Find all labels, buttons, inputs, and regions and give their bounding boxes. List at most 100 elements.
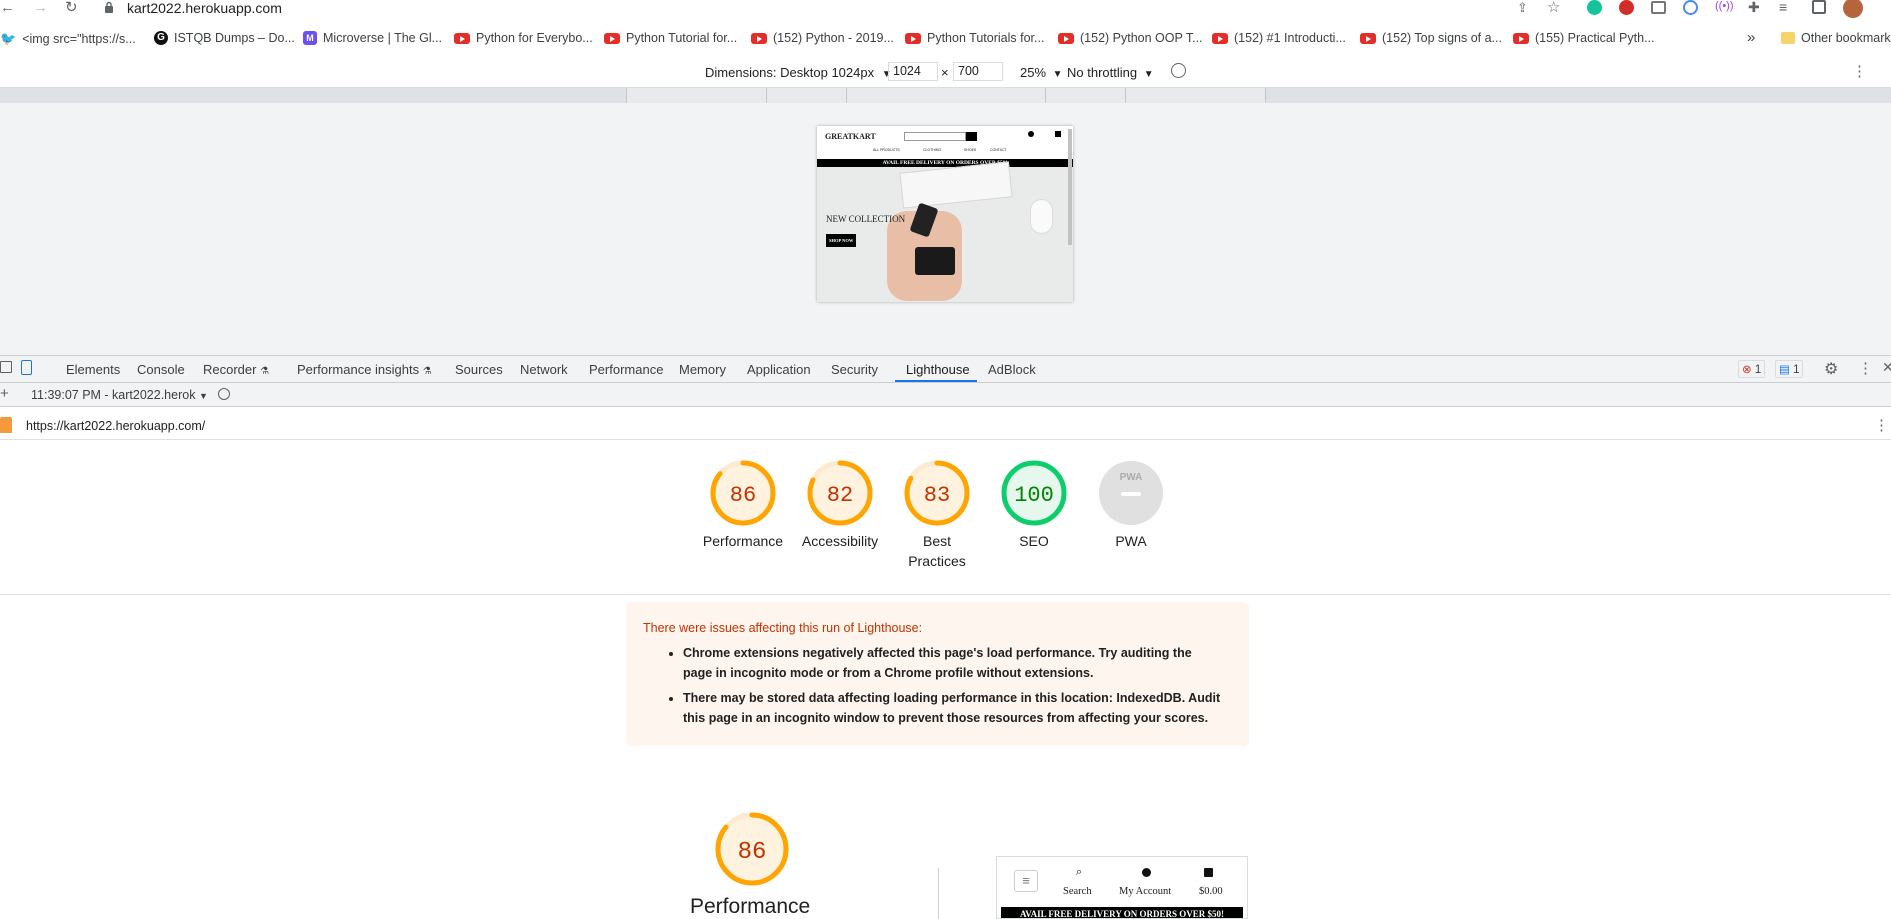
reload-icon[interactable]: ↻: [65, 0, 78, 16]
keyboard-image: [899, 161, 1013, 209]
youtube-icon: [454, 32, 470, 44]
mobile-account-label: My Account: [1119, 886, 1172, 897]
bookmark-item[interactable]: 🐦 <img src="https://s...: [0, 31, 136, 47]
pwa-badge-text: PWA: [1120, 472, 1143, 483]
lock-icon[interactable]: [104, 0, 114, 13]
tab-elements[interactable]: Elements: [66, 362, 120, 377]
settings-gear-icon[interactable]: ⚙: [1824, 359, 1838, 379]
devtools-menu-icon[interactable]: ⋮: [1858, 359, 1873, 377]
bookmark-item[interactable]: (152) Python - 2019...: [751, 31, 894, 45]
score-gauge-performance[interactable]: 86 Performance: [693, 459, 793, 551]
tab-recorder-label: Recorder: [203, 362, 257, 377]
bookmark-item[interactable]: G ISTQB Dumps – Do...: [154, 31, 295, 45]
bookmark-item[interactable]: (155) Practical Pyth...: [1513, 31, 1655, 45]
tab-performance[interactable]: Performance: [589, 362, 663, 377]
score-gauge-accessibility[interactable]: 82 Accessibility: [790, 459, 890, 551]
rotate-icon[interactable]: [1171, 63, 1186, 78]
inspect-element-icon[interactable]: [0, 361, 12, 373]
lastpass-icon[interactable]: [1619, 0, 1634, 15]
hero-title: NEW COLLECTION: [826, 214, 906, 224]
bookmark-item[interactable]: M Microverse | The Gl...: [303, 31, 442, 45]
more-bookmarks-button[interactable]: »: [1747, 29, 1755, 46]
preview-search-input[interactable]: [904, 132, 966, 141]
error-counter[interactable]: ⊗ 1: [1738, 360, 1766, 378]
bookmark-item[interactable]: Python for Everybo...: [454, 31, 593, 45]
bookmark-item[interactable]: (152) Python OOP T...: [1058, 31, 1203, 45]
dimensions-select[interactable]: Dimensions: Desktop 1024px ▼: [705, 65, 892, 80]
zoom-select[interactable]: 25% ▼: [1020, 65, 1063, 80]
tab-sources[interactable]: Sources: [455, 362, 503, 377]
preview-nav-item[interactable]: SHOES: [964, 148, 976, 152]
tab-adblock[interactable]: AdBlock: [988, 362, 1036, 377]
device-toggle-icon[interactable]: [21, 360, 32, 375]
report-select[interactable]: 11:39:07 PM - kart2022.herok ▼: [31, 388, 208, 402]
vertical-divider: [938, 868, 939, 919]
extension-icon-1[interactable]: [1651, 1, 1666, 14]
page-preview[interactable]: GREATKART ALL PRODUCTS CLOTHING SHOES CO…: [817, 126, 1073, 302]
clear-reports-icon[interactable]: [218, 388, 230, 400]
back-icon[interactable]: ←: [0, 0, 15, 16]
address-bar-url[interactable]: kart2022.herokuapp.com: [127, 0, 282, 16]
new-report-icon[interactable]: +: [0, 385, 9, 402]
reading-list-icon[interactable]: ≡: [1779, 0, 1787, 15]
tab-console[interactable]: Console: [137, 362, 185, 377]
report-url[interactable]: https://kart2022.herokuapp.com/: [26, 419, 205, 433]
preview-banner: AVAIL FREE DELIVERY ON ORDERS OVER $50!: [817, 159, 1073, 167]
bookmark-item[interactable]: Python Tutorial for...: [604, 31, 737, 45]
bookmark-label: (152) Python - 2019...: [773, 31, 894, 45]
performance-gauge-large[interactable]: 86: [714, 811, 790, 887]
score-gauge-pwa[interactable]: PWA PWA: [1081, 459, 1181, 551]
extensions-puzzle-icon[interactable]: ✚: [1748, 0, 1760, 16]
star-icon[interactable]: ☆: [1547, 0, 1560, 16]
throttling-select[interactable]: No throttling ▼: [1067, 65, 1154, 80]
lighthouse-logo-icon: [0, 417, 12, 433]
search-icon: ⌕: [1076, 866, 1083, 878]
extension-icon-2[interactable]: [1683, 0, 1698, 15]
preview-nav-item[interactable]: ALL PRODUCTS: [873, 148, 900, 152]
preview-nav-item[interactable]: CLOTHING: [923, 148, 941, 152]
score-gauge-best-practices[interactable]: 83 Best Practices: [887, 459, 987, 571]
more-options-icon[interactable]: ⋮: [1852, 62, 1867, 80]
close-devtools-icon[interactable]: ✕: [1882, 359, 1891, 376]
tab-memory[interactable]: Memory: [679, 362, 726, 377]
tab-network[interactable]: Network: [520, 362, 568, 377]
preview-cart-icon[interactable]: [1055, 131, 1061, 137]
score-label: SEO: [1019, 533, 1049, 549]
tab-lighthouse-underline: [895, 380, 977, 382]
height-input[interactable]: 700: [953, 62, 1003, 81]
bookmark-item[interactable]: (152) #1 Introducti...: [1212, 31, 1346, 45]
width-input[interactable]: 1024: [888, 62, 938, 81]
forward-icon[interactable]: →: [33, 0, 48, 16]
error-icon: ⊗: [1742, 364, 1752, 376]
grammarly-icon[interactable]: [1587, 0, 1602, 15]
share-icon[interactable]: ⇪: [1517, 0, 1528, 16]
bird-icon: 🐦: [0, 31, 17, 46]
tab-performance-insights[interactable]: Performance insights ⚗: [297, 362, 432, 377]
preview-search-button[interactable]: [966, 132, 977, 141]
message-count: 1: [1793, 364, 1800, 376]
tab-security[interactable]: Security: [831, 362, 878, 377]
preview-nav-item[interactable]: CONTACT: [990, 148, 1007, 152]
final-screenshot[interactable]: ≡ ⌕ Search My Account $0.00 AVAIL FREE D…: [996, 856, 1248, 919]
bookmark-item[interactable]: Python Tutorials for...: [905, 31, 1044, 45]
tab-application[interactable]: Application: [747, 362, 811, 377]
message-counter[interactable]: ▤ 1: [1775, 360, 1804, 378]
tab-lighthouse[interactable]: Lighthouse: [906, 362, 970, 377]
warning-item: Chrome extensions negatively affected th…: [683, 643, 1223, 683]
broadcast-icon[interactable]: ((•)): [1715, 0, 1734, 12]
preview-account-icon[interactable]: [1028, 131, 1034, 137]
mobile-search-label: Search: [1063, 886, 1092, 897]
shop-now-button[interactable]: SHOP NOW: [826, 234, 857, 247]
bookmark-item[interactable]: (152) Top signs of a...: [1360, 31, 1502, 45]
microverse-icon: M: [303, 31, 317, 45]
bookmark-item[interactable]: Other bookmarks: [1781, 31, 1891, 45]
report-menu-icon[interactable]: ⋮: [1874, 416, 1889, 434]
youtube-icon: [1212, 32, 1228, 44]
score-gauge-seo[interactable]: 100 SEO: [984, 459, 1084, 551]
preview-scrollbar[interactable]: [1068, 129, 1072, 245]
brand-logo[interactable]: GREATKART: [825, 132, 876, 141]
profile-avatar[interactable]: [1843, 0, 1863, 18]
side-panel-icon[interactable]: [1812, 0, 1826, 14]
tab-recorder[interactable]: Recorder ⚗: [203, 362, 269, 377]
bookmark-label: (155) Practical Pyth...: [1535, 31, 1655, 45]
